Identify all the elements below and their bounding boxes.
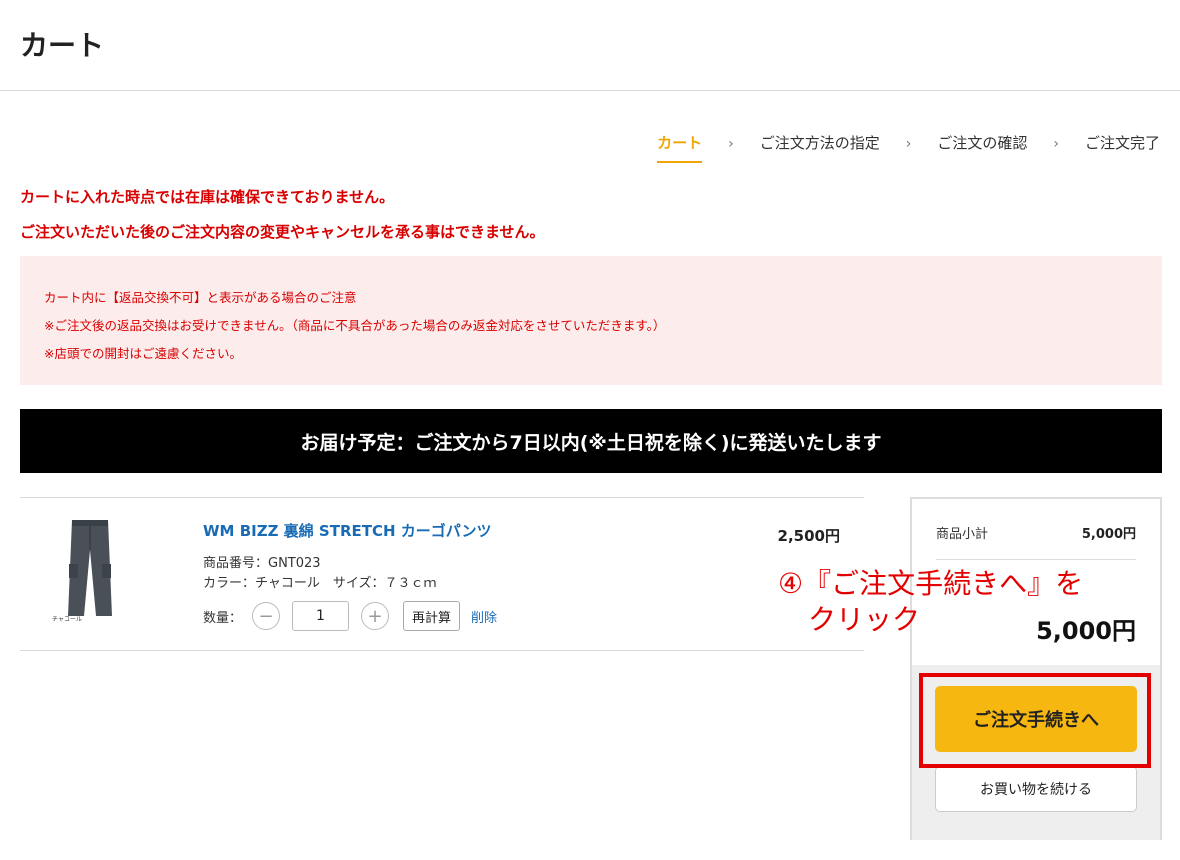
pants-icon: チャコール bbox=[52, 520, 112, 623]
recalculate-button[interactable]: 再計算 bbox=[403, 601, 461, 631]
checkout-steps: カート › ご注文方法の指定 › ご注文の確認 › ご注文完了 bbox=[657, 132, 1160, 163]
subtotal-label: 商品小計 bbox=[936, 527, 989, 542]
delivery-banner: お届け予定：ご注文から7日以内(※土日祝を除く)に発送いたします bbox=[20, 409, 1162, 473]
cancel-warning: ご注文いただいた後のご注文内容の変更やキャンセルを承る事はできません。 bbox=[20, 223, 545, 241]
product-spec: カラー：チャコール サイズ：７３ｃｍ bbox=[203, 576, 437, 591]
chevron-right-icon: › bbox=[728, 135, 734, 152]
cart-item-row: チャコール WM BIZZ 裏綿 STRETCH カーゴパンツ 商品番号：GNT… bbox=[20, 497, 864, 651]
instruction-annotation: ④『ご注文手続きへ』を クリック bbox=[778, 566, 1158, 638]
annotation-line: クリック bbox=[808, 603, 921, 636]
continue-shopping-button[interactable]: お買い物を続ける bbox=[935, 766, 1137, 812]
step-order-confirm: ご注文の確認 bbox=[937, 134, 1028, 152]
quantity-label: 数量： bbox=[203, 610, 243, 626]
page-title: カート bbox=[20, 29, 105, 62]
notice-line: ※店頭での開封はご遠慮ください。 bbox=[44, 346, 242, 361]
image-caption: チャコール bbox=[52, 616, 82, 623]
product-image[interactable]: チャコール bbox=[50, 516, 130, 628]
stock-warning: カートに入れた時点では在庫は確保できておりません。 bbox=[20, 188, 395, 206]
product-code: 商品番号：GNT023 bbox=[203, 556, 321, 571]
notice-title: カート内に【返品交換不可】と表示がある場合のご注意 bbox=[44, 290, 357, 305]
return-notice: カート内に【返品交換不可】と表示がある場合のご注意 ※ご注文後の返品交換はお受け… bbox=[20, 256, 1162, 385]
product-price: 2,500円 bbox=[777, 527, 840, 545]
subtotal-value: 5,000円 bbox=[1081, 527, 1136, 542]
product-name-link[interactable]: WM BIZZ 裏綿 STRETCH カーゴパンツ bbox=[203, 520, 492, 541]
quantity-controls: 数量： − 1 + 再計算 削除 bbox=[203, 601, 497, 631]
chevron-right-icon: › bbox=[905, 135, 912, 152]
order-summary: 商品小計 5,000円 5,000円 ご注文手続きへ お買い物を続ける bbox=[910, 497, 1162, 840]
step-order-complete: ご注文完了 bbox=[1084, 134, 1160, 152]
page-header: カート bbox=[0, 0, 1180, 91]
quantity-input[interactable]: 1 bbox=[292, 601, 350, 631]
summary-divider bbox=[936, 559, 1136, 560]
checkout-highlight bbox=[919, 673, 1151, 768]
annotation-line: ④『ご注文手続きへ』を bbox=[778, 567, 1084, 600]
step-order-method: ご注文方法の指定 bbox=[759, 134, 880, 152]
notice-line: ※ご注文後の返品交換はお受けできません。（商品に不具合があった場合のみ返金対応を… bbox=[44, 318, 666, 333]
plus-icon[interactable]: + bbox=[361, 602, 390, 630]
step-cart: カート bbox=[657, 132, 703, 163]
delete-link[interactable]: 削除 bbox=[471, 607, 497, 626]
minus-icon[interactable]: − bbox=[252, 602, 281, 630]
chevron-right-icon: › bbox=[1053, 135, 1059, 152]
